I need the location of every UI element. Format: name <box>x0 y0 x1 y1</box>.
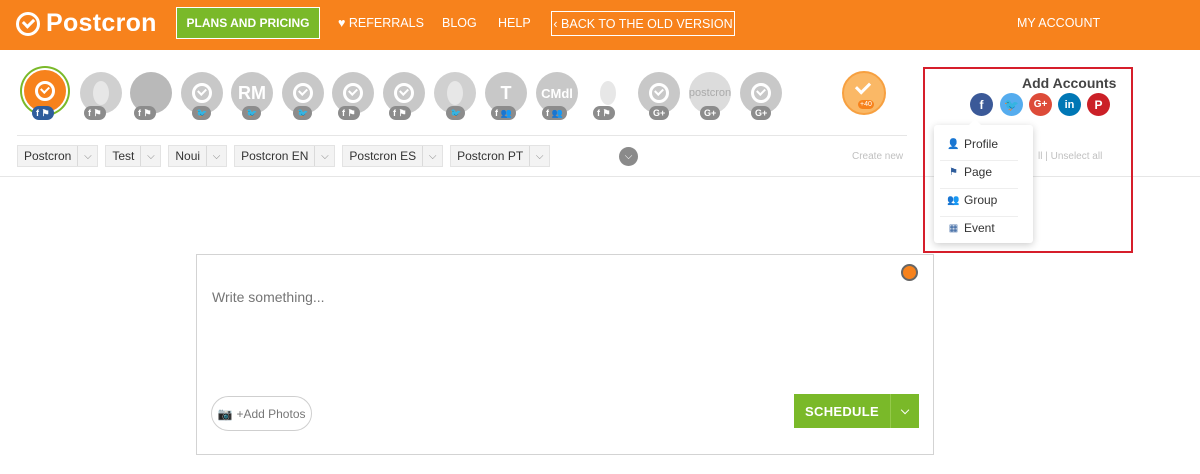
account-badge: G+ <box>700 106 721 120</box>
linkedin-icon[interactable]: in <box>1058 93 1081 116</box>
menu-item-label: Page <box>964 165 993 179</box>
group-tab-label: Postcron <box>24 149 72 163</box>
account-badge: f ⚑ <box>593 106 615 120</box>
accounts-strip: f ⚑ f ⚑ f ⚑ 🐦 RM 🐦 🐦 f ⚑ f ⚑ 🐦 T f 👥 CMd… <box>0 68 800 128</box>
chevron-left-icon: ‹ <box>553 16 562 31</box>
group-tabs: Postcron ⌵ Test ⌵ Noui ⌵ Postcron EN ⌵ Postc… <box>17 145 551 167</box>
emoji-icon[interactable] <box>901 264 918 281</box>
avatar-initials: CMdl <box>541 85 573 101</box>
account-badge: 🐦 <box>192 106 212 120</box>
group-tab-label: Noui <box>175 149 201 163</box>
post-composer: 📷 +Add Photos SCHEDULE ⌵ <box>196 254 934 455</box>
person-icon: 👤 <box>947 138 960 150</box>
postcron-clock-icon <box>192 83 212 103</box>
avatar-initials: T <box>500 82 512 103</box>
menu-item-group[interactable]: 👥 Group <box>947 193 998 207</box>
avatar-initials: postcron <box>688 87 732 99</box>
account-badge: f 👥 <box>542 106 567 120</box>
camera-icon: 📷 <box>217 406 233 421</box>
menu-item-page[interactable]: ⚑ Page <box>948 165 992 179</box>
group-tab-label: Postcron EN <box>241 149 309 163</box>
account-badge: G+ <box>751 106 772 120</box>
account-badge: f ⚑ <box>134 106 156 120</box>
chevron-down-icon[interactable]: ⌵ <box>529 146 549 166</box>
back-to-old-version-button[interactable]: ‹ BACK TO THE OLD VERSION <box>551 11 735 36</box>
chevron-down-icon[interactable]: ⌵ <box>314 146 334 166</box>
postcron-logo-icon <box>16 11 40 36</box>
group-tab-label: Test <box>112 149 135 163</box>
menu-item-label: Group <box>964 193 998 207</box>
postcron-clock-icon <box>293 83 313 103</box>
facebook-account-type-menu: 👤 Profile ⚑ Page 👥 Group ▦ Event <box>934 119 1033 243</box>
referrals-link[interactable]: ♥ REFERRALS <box>338 16 424 30</box>
group-tab[interactable]: Test ⌵ <box>105 145 162 167</box>
chevron-down-icon: ⌵ <box>624 151 633 162</box>
help-link[interactable]: HELP <box>498 16 531 30</box>
plans-and-pricing-button[interactable]: PLANS AND PRICING <box>176 7 320 39</box>
back-label: BACK TO THE OLD VERSION <box>561 16 733 31</box>
more-accounts-count: +40 <box>858 100 874 109</box>
avatar-initials: RM <box>238 82 266 103</box>
flag-icon: ⚑ <box>949 166 958 178</box>
postcron-logo[interactable]: Postcron <box>16 9 157 38</box>
chevron-down-icon[interactable]: ⌵ <box>890 394 919 428</box>
group-tab[interactable]: Postcron PT ⌵ <box>450 145 551 167</box>
calendar-icon: ▦ <box>948 222 959 234</box>
chevron-down-icon <box>854 78 872 95</box>
divider <box>17 135 907 136</box>
account-badge: f ⚑ <box>338 106 360 120</box>
account-badge: f 👥 <box>491 106 516 120</box>
menu-item-event[interactable]: ▦ Event <box>948 221 995 235</box>
logo-text: Postcron <box>46 9 157 37</box>
group-tab[interactable]: Postcron ⌵ <box>17 145 99 167</box>
postcron-clock-icon <box>343 83 363 103</box>
twitter-icon[interactable]: 🐦 <box>1000 93 1023 116</box>
postcron-clock-icon <box>35 81 55 101</box>
group-icon: 👥 <box>947 194 960 206</box>
chevron-down-icon[interactable]: ⌵ <box>140 146 160 166</box>
create-new-link[interactable]: Create new <box>852 151 903 162</box>
group-tab[interactable]: Postcron ES ⌵ <box>342 145 444 167</box>
group-tab-label: Postcron ES <box>349 149 417 163</box>
add-accounts-title: Add Accounts <box>1022 75 1117 91</box>
post-text-input[interactable] <box>212 289 812 305</box>
add-photos-button[interactable]: 📷 +Add Photos <box>211 396 312 431</box>
referrals-label: REFERRALS <box>348 16 424 30</box>
account-badge: f ⚑ <box>32 106 54 120</box>
more-groups-button[interactable]: ⌵ <box>619 147 638 166</box>
menu-item-label: Profile <box>964 137 999 151</box>
schedule-button[interactable]: SCHEDULE ⌵ <box>794 394 919 428</box>
menu-item-label: Event <box>964 221 995 235</box>
account-badge: G+ <box>649 106 670 120</box>
group-tab[interactable]: Postcron EN ⌵ <box>234 145 336 167</box>
chevron-down-icon[interactable]: ⌵ <box>77 146 97 166</box>
divider <box>940 216 1018 217</box>
account-badge: 🐦 <box>293 106 313 120</box>
group-tab-label: Postcron PT <box>457 149 524 163</box>
account-badge: 🐦 <box>242 106 262 120</box>
google-plus-icon[interactable]: G+ <box>1029 93 1052 116</box>
my-account-link[interactable]: MY ACCOUNT <box>1017 16 1100 30</box>
divider <box>940 160 1018 161</box>
account-badge: f ⚑ <box>389 106 411 120</box>
account-badge: f ⚑ <box>84 106 106 120</box>
schedule-label: SCHEDULE <box>805 403 879 419</box>
menu-item-profile[interactable]: 👤 Profile <box>947 137 999 151</box>
chevron-down-icon[interactable]: ⌵ <box>206 146 226 166</box>
facebook-icon[interactable]: f <box>970 93 993 116</box>
heart-icon: ♥ <box>338 16 346 30</box>
pinterest-icon[interactable]: P <box>1087 93 1110 116</box>
chevron-down-icon[interactable]: ⌵ <box>422 146 442 166</box>
top-nav-bar: Postcron PLANS AND PRICING ♥ REFERRALS B… <box>0 0 1200 50</box>
account-badge: 🐦 <box>446 106 466 120</box>
postcron-clock-icon <box>394 83 414 103</box>
divider <box>940 188 1018 189</box>
group-tab[interactable]: Noui ⌵ <box>168 145 228 167</box>
add-photos-label: +Add Photos <box>236 406 306 421</box>
postcron-clock-icon <box>649 83 669 103</box>
blog-link[interactable]: BLOG <box>442 16 477 30</box>
postcron-clock-icon <box>751 83 771 103</box>
more-accounts-button[interactable]: +40 <box>842 71 886 115</box>
